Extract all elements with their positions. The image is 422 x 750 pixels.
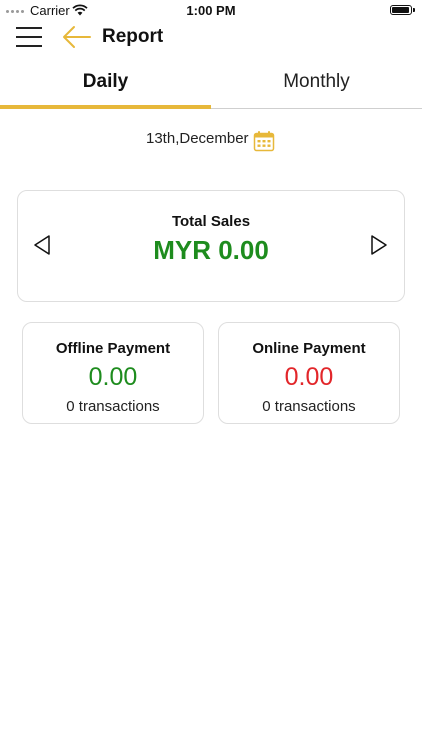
offline-payment-card[interactable]: Offline Payment 0.00 0 transactions bbox=[22, 322, 204, 424]
triangle-right-icon[interactable] bbox=[368, 233, 390, 257]
page-title: Report bbox=[102, 26, 164, 47]
online-payment-title: Online Payment bbox=[252, 340, 366, 357]
navigation-bar: Report bbox=[0, 22, 422, 52]
battery-icon bbox=[390, 5, 415, 15]
tab-daily[interactable]: Daily bbox=[0, 58, 211, 106]
offline-payment-title: Offline Payment bbox=[55, 340, 171, 357]
selected-date[interactable]: 13th,December bbox=[146, 130, 249, 147]
date-selector: 13th,December bbox=[0, 128, 422, 156]
battery-level bbox=[392, 7, 409, 13]
online-payment-card[interactable]: Online Payment 0.00 0 transactions bbox=[218, 322, 400, 424]
tab-monthly[interactable]: Monthly bbox=[211, 58, 422, 106]
offline-payment-amount: 0.00 bbox=[88, 363, 138, 391]
active-tab-indicator bbox=[0, 105, 211, 109]
hamburger-menu-icon[interactable] bbox=[16, 26, 42, 48]
online-payment-amount: 0.00 bbox=[284, 363, 334, 391]
status-bar: Carrier 1:00 PM bbox=[0, 0, 422, 22]
total-sales-value: MYR 0.00 bbox=[153, 235, 269, 265]
period-tabs: Daily Monthly bbox=[0, 58, 422, 109]
clock-time: 1:00 PM bbox=[186, 3, 236, 18]
calendar-icon[interactable] bbox=[253, 130, 275, 152]
total-sales-card: Total Sales MYR 0.00 bbox=[17, 190, 405, 302]
total-sales-label: Total Sales bbox=[171, 213, 251, 230]
arrow-left-icon[interactable] bbox=[62, 24, 92, 50]
online-payment-transactions: 0 transactions bbox=[262, 398, 356, 415]
offline-payment-transactions: 0 transactions bbox=[66, 398, 160, 415]
